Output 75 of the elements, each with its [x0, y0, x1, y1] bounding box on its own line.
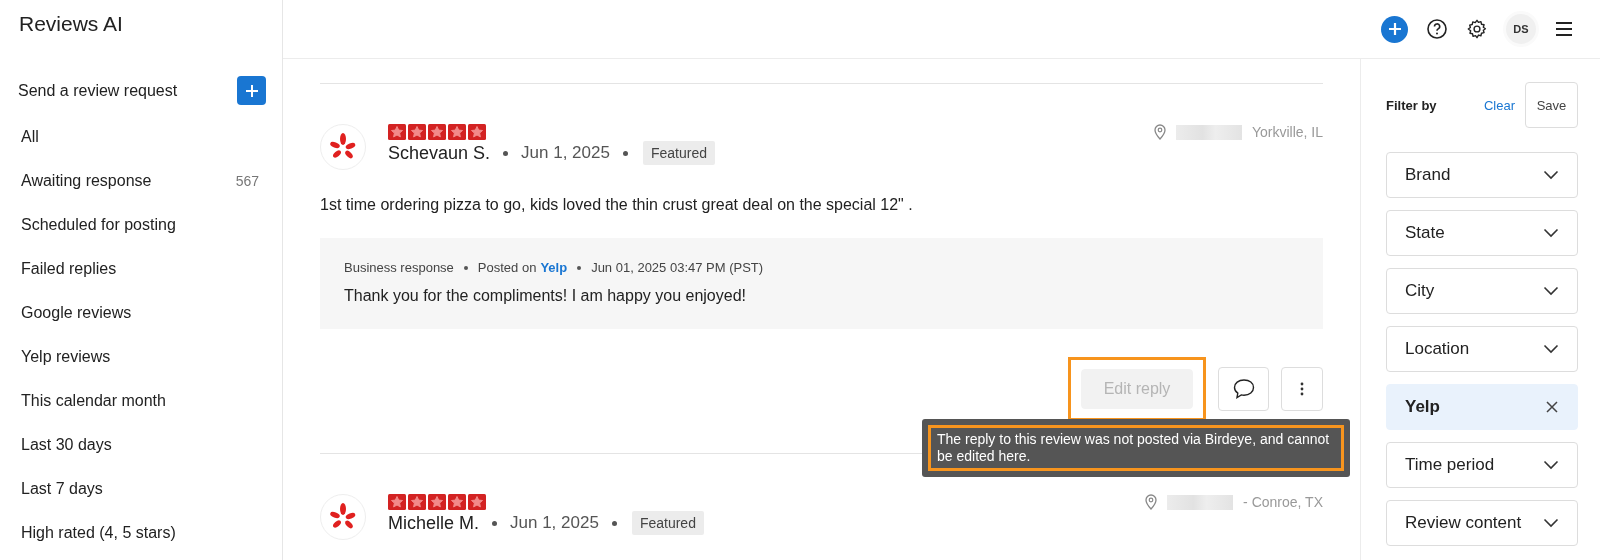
- chevron-down-icon: [1543, 286, 1559, 296]
- separator-dot: [503, 150, 509, 156]
- separator-dot: [577, 265, 582, 270]
- clear-link[interactable]: Clear: [1483, 97, 1515, 113]
- close-icon[interactable]: [1545, 400, 1559, 414]
- review-location: - Conroe, TX: [1243, 494, 1323, 510]
- featured-tag: Featured: [642, 141, 715, 165]
- sidebar-item[interactable]: Yelp reviews: [0, 335, 282, 379]
- sidebar-item[interactable]: Scheduled for posting: [0, 203, 282, 247]
- chevron-down-icon: [1543, 228, 1559, 238]
- user-avatar[interactable]: DS: [1506, 14, 1536, 44]
- filter-dropdown[interactable]: City: [1386, 268, 1578, 314]
- reviewer-name: Michelle M.: [388, 512, 480, 534]
- speech-bubble-icon: [1231, 378, 1256, 400]
- app-title: Reviews AI: [18, 11, 124, 37]
- star-icon: [388, 124, 406, 140]
- sidebar-item[interactable]: All: [0, 115, 282, 159]
- star-icon: [408, 494, 426, 510]
- chevron-down-icon: [1543, 518, 1559, 528]
- filter-dropdown[interactable]: Review content: [1386, 500, 1578, 546]
- redaction-blur: [1175, 124, 1242, 140]
- review-location: Yorkville, IL: [1251, 124, 1323, 140]
- separator-dot: [611, 520, 617, 526]
- posted-on-label: Posted on: [477, 260, 537, 275]
- review-text: 1st time ordering pizza to go, kids loved the thin crust great deal on the special 12" .: [320, 196, 914, 214]
- sidebar-item[interactable]: Awaiting response 567: [0, 159, 282, 203]
- chevron-down-icon: [1543, 170, 1559, 180]
- sidebar-item[interactable]: High rated (4, 5 stars): [0, 511, 282, 555]
- location-pin-icon: [1153, 124, 1166, 140]
- add-button[interactable]: [1381, 15, 1408, 43]
- separator-dot: [622, 150, 628, 156]
- sidebar-item[interactable]: Google reviews: [0, 291, 282, 335]
- sidebar-item[interactable]: Last 7 days: [0, 467, 282, 511]
- chevron-down-icon: [1543, 344, 1559, 354]
- more-icon: [1300, 382, 1304, 396]
- review-date: Jun 1, 2025: [510, 513, 599, 533]
- send-review-request-link[interactable]: Send a review request: [18, 81, 178, 100]
- add-button[interactable]: [237, 76, 266, 105]
- star-icon: [408, 124, 426, 140]
- star-icon: [448, 494, 466, 510]
- sidebar-item[interactable]: This calendar month: [0, 379, 282, 423]
- settings-icon[interactable]: [1466, 18, 1488, 40]
- plus-icon: [244, 83, 259, 98]
- tooltip-text: The reply to this review was not posted via Birdeye, and cannot be edited here.: [928, 425, 1344, 471]
- comment-button[interactable]: [1218, 367, 1269, 411]
- response-time: Jun 01, 2025 03:47 PM (PST): [591, 260, 764, 275]
- location-pin-icon: [1145, 494, 1158, 510]
- source-link[interactable]: Yelp: [540, 260, 568, 275]
- response-label: Business response: [344, 260, 454, 275]
- chevron-down-icon: [1543, 460, 1559, 470]
- filter-dropdown[interactable]: Yelp: [1386, 384, 1578, 430]
- sidebar-item[interactable]: Last 30 days: [0, 423, 282, 467]
- plus-icon: [1387, 22, 1402, 36]
- separator-dot: [492, 520, 498, 526]
- star-icon: [428, 124, 446, 140]
- star-icon: [428, 494, 446, 510]
- separator-dot: [463, 265, 468, 270]
- reviewer-name: Schevaun S.: [388, 142, 491, 164]
- star-icon: [468, 124, 486, 140]
- star-icon: [388, 494, 406, 510]
- filter-title: Filter by: [1386, 97, 1438, 113]
- redaction-blur: [1167, 494, 1234, 510]
- star-icon: [468, 494, 486, 510]
- save-button[interactable]: Save: [1525, 82, 1578, 128]
- featured-tag: Featured: [631, 511, 704, 535]
- sidebar-item[interactable]: Failed replies: [0, 247, 282, 291]
- response-text: Thank you for the compliments! I am happy you enjoyed!: [344, 287, 747, 305]
- help-icon[interactable]: [1426, 18, 1448, 40]
- filter-dropdown[interactable]: Location: [1386, 326, 1578, 372]
- filter-dropdown[interactable]: Time period: [1386, 442, 1578, 488]
- review-date: Jun 1, 2025: [521, 143, 610, 163]
- filter-dropdown[interactable]: State: [1386, 210, 1578, 256]
- star-icon: [448, 124, 466, 140]
- filter-dropdown[interactable]: Brand: [1386, 152, 1578, 198]
- menu-icon[interactable]: [1554, 21, 1574, 37]
